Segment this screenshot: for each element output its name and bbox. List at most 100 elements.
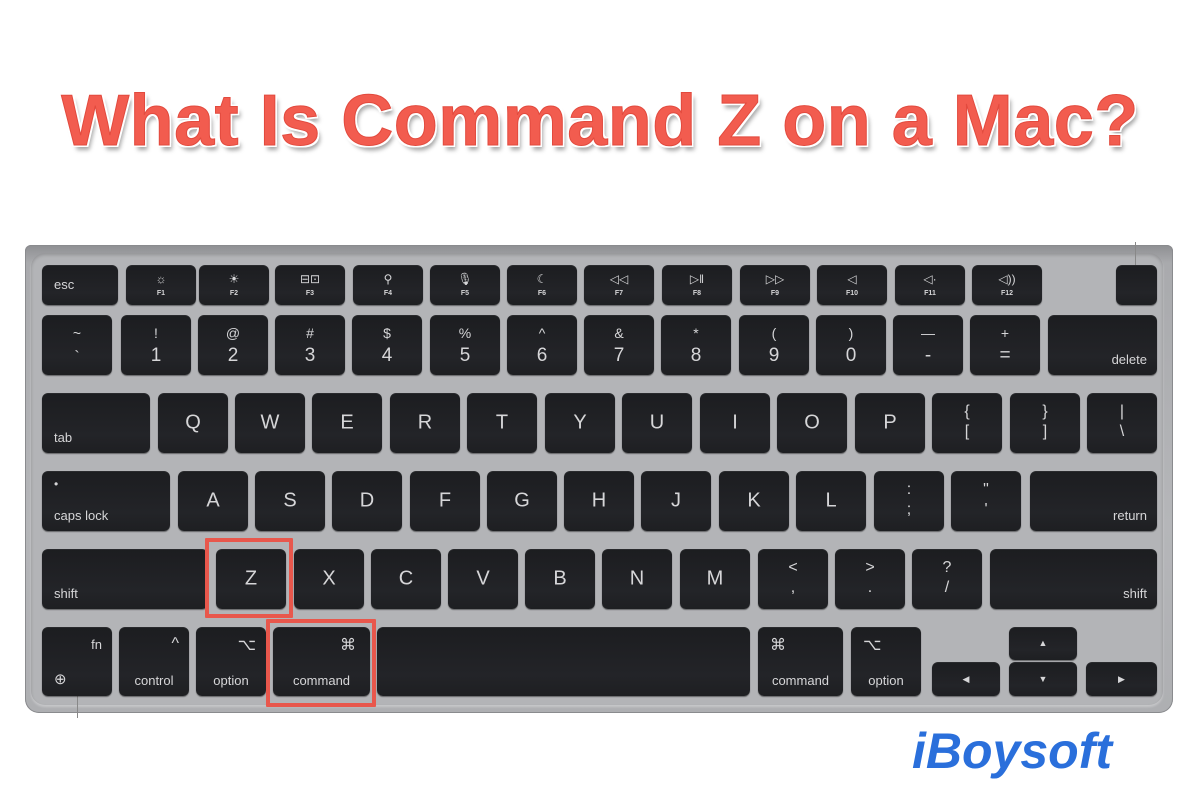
key-f9[interactable]: ▷▷ F9 xyxy=(740,265,810,305)
key-label: command xyxy=(771,673,830,688)
key-label: option xyxy=(868,673,904,688)
key-label: return xyxy=(1113,508,1147,523)
key-number-2[interactable]: @2 xyxy=(198,315,268,375)
key-number-10[interactable]: ) 0 xyxy=(816,315,886,375)
key-p[interactable]: P xyxy=(855,393,925,453)
key-f1[interactable]: ☼ F1 xyxy=(126,265,196,305)
key-label: [ xyxy=(964,423,970,440)
key-i[interactable]: I xyxy=(700,393,770,453)
key-t[interactable]: T xyxy=(467,393,537,453)
key-arrow-down[interactable]: ▼ xyxy=(1009,662,1077,696)
key-arrow-up[interactable]: ▲ xyxy=(1009,627,1077,660)
key-label: 3 xyxy=(304,345,316,366)
key-f10[interactable]: ◁ F10 xyxy=(817,265,887,305)
key-tab[interactable]: tab xyxy=(42,393,150,453)
key-label: F11 xyxy=(924,290,936,297)
key-s[interactable]: S xyxy=(255,471,325,531)
key-d[interactable]: D xyxy=(332,471,402,531)
key-label: F7 xyxy=(614,290,624,297)
key-option-left[interactable]: ⌥ option xyxy=(196,627,266,696)
key-number-9[interactable]: (9 xyxy=(739,315,809,375)
key-f7[interactable]: ◁◁ F7 xyxy=(584,265,654,305)
key-number-5[interactable]: % 5 xyxy=(430,315,500,375)
key-label: + xyxy=(1000,325,1010,341)
key-label: O xyxy=(804,411,820,434)
key-m[interactable]: M xyxy=(680,549,750,609)
key-o[interactable]: O xyxy=(777,393,847,453)
key-bracket-2[interactable]: | \ xyxy=(1087,393,1157,453)
key-k[interactable]: K xyxy=(719,471,789,531)
key-symbol-0[interactable]: <, xyxy=(758,549,828,609)
key-label: < xyxy=(788,559,798,576)
key-label: - xyxy=(924,345,932,366)
key-f5[interactable]: 🎙 F5 xyxy=(430,265,500,305)
key-number-4[interactable]: $4 xyxy=(352,315,422,375)
key-b[interactable]: B xyxy=(525,549,595,609)
key-label: N xyxy=(629,567,645,590)
key-label: Q xyxy=(185,411,201,434)
key-l[interactable]: L xyxy=(796,471,866,531)
key-r[interactable]: R xyxy=(390,393,460,453)
key-v[interactable]: V xyxy=(448,549,518,609)
key-caps-lock[interactable]: • caps lock xyxy=(42,471,170,531)
key-symbol-1[interactable]: >. xyxy=(835,549,905,609)
key-label: T xyxy=(495,411,509,434)
key-f2[interactable]: ☀ F2 xyxy=(199,265,269,305)
key-space[interactable] xyxy=(377,627,750,696)
key-label: J xyxy=(671,489,681,512)
key-shift-left[interactable]: shift xyxy=(42,549,208,609)
key-f12[interactable]: ◁)) F12 xyxy=(972,265,1042,305)
key-bracket-1[interactable]: }] xyxy=(1010,393,1080,453)
key-label: 7 xyxy=(613,345,625,366)
key-number-3[interactable]: #3 xyxy=(275,315,345,375)
key-arrow-left[interactable]: ◀ xyxy=(932,662,1000,696)
key-delete[interactable]: delete xyxy=(1048,315,1157,375)
key-number-1[interactable]: ! 1 xyxy=(121,315,191,375)
key-option-right[interactable]: ⌥ option xyxy=(851,627,921,696)
key-number-7[interactable]: & 7 xyxy=(584,315,654,375)
key-punct-1[interactable]: " ' xyxy=(951,471,1021,531)
key-q[interactable]: Q xyxy=(158,393,228,453)
key-x[interactable]: X xyxy=(294,549,364,609)
key-number-0[interactable]: ~ ` xyxy=(42,315,112,375)
key-arrow-right[interactable]: ▶ xyxy=(1086,662,1157,696)
key-return[interactable]: return xyxy=(1030,471,1157,531)
key-f[interactable]: F xyxy=(410,471,480,531)
key-e[interactable]: E xyxy=(312,393,382,453)
key-symbol-2[interactable]: ? / xyxy=(912,549,982,609)
key-bracket-0[interactable]: {[ xyxy=(932,393,1002,453)
key-label: " xyxy=(983,481,989,498)
key-number-8[interactable]: * 8 xyxy=(661,315,731,375)
key-punct-0[interactable]: :; xyxy=(874,471,944,531)
key-label: ! xyxy=(154,325,158,341)
key-f11[interactable]: ◁· F11 xyxy=(895,265,965,305)
key-n[interactable]: N xyxy=(602,549,672,609)
key-fn[interactable]: fn ⊕ xyxy=(42,627,112,696)
key-label: { xyxy=(964,403,970,420)
key-w[interactable]: W xyxy=(235,393,305,453)
do-not-disturb-icon: ☾ xyxy=(536,272,548,286)
key-label: ] xyxy=(1042,423,1048,440)
key-c[interactable]: C xyxy=(371,549,441,609)
key-g[interactable]: G xyxy=(487,471,557,531)
key-y[interactable]: Y xyxy=(545,393,615,453)
key-f3[interactable]: ⊟⊡ F3 xyxy=(275,265,345,305)
key-number-6[interactable]: ^ 6 xyxy=(507,315,577,375)
key-label: ^ xyxy=(538,325,546,341)
touch-id-key[interactable] xyxy=(1116,265,1157,305)
key-control[interactable]: ^ control xyxy=(119,627,189,696)
key-command-right[interactable]: ⌘ command xyxy=(758,627,843,696)
key-a[interactable]: A xyxy=(178,471,248,531)
key-f6[interactable]: ☾ F6 xyxy=(507,265,577,305)
key-number-12[interactable]: + = xyxy=(970,315,1040,375)
key-h[interactable]: H xyxy=(564,471,634,531)
key-label: 4 xyxy=(381,345,393,366)
key-u[interactable]: U xyxy=(622,393,692,453)
key-shift-right[interactable]: shift xyxy=(990,549,1157,609)
key-f4[interactable]: ⚲ F4 xyxy=(353,265,423,305)
key-number-11[interactable]: — - xyxy=(893,315,963,375)
key-f8[interactable]: ▷‖ F8 xyxy=(662,265,732,305)
key-label: V xyxy=(476,567,490,590)
key-j[interactable]: J xyxy=(641,471,711,531)
key-esc[interactable]: esc xyxy=(42,265,118,305)
